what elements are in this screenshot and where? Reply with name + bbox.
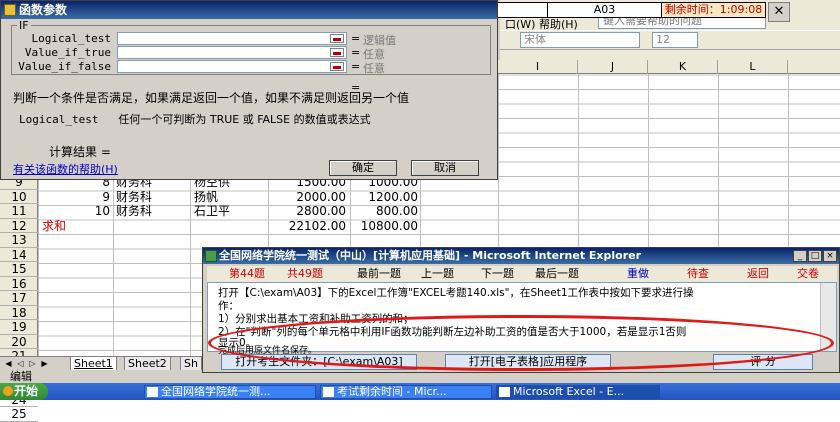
value-if-true-label: Value_if_true <box>24 46 111 59</box>
argument-name: Logical_test <box>19 113 99 126</box>
total-questions: 共49题 <box>287 267 323 280</box>
equals-sign: = <box>351 60 361 73</box>
first-sheet-icon[interactable]: ◀ <box>4 358 13 369</box>
font-size-select[interactable]: 12 <box>652 32 698 48</box>
ok-button[interactable]: 确定 <box>329 160 397 176</box>
cell-e10[interactable]: 1200.00 <box>350 190 418 204</box>
logical-test-input[interactable] <box>117 32 347 45</box>
function-description: 判断一个条件是否满足，如果满足返回一个值，如果不满足则返回另一个值 <box>13 91 410 105</box>
remaining-time: 剩余时间：1:09:08 <box>661 3 765 17</box>
back-button[interactable]: 返回 <box>747 266 769 282</box>
windows-logo-icon <box>3 386 13 396</box>
column-header-i[interactable]: I <box>498 60 578 74</box>
logical-test-label: Logical_test <box>31 32 111 45</box>
collapse-dialog-icon[interactable] <box>330 48 344 57</box>
minimize-icon[interactable]: _ <box>793 250 807 262</box>
question-line-1: 打开【C:\exam\A03】下的Excel工作簿"EXCEL考题140.xls… <box>218 287 694 299</box>
taskbar-item-label: Microsoft Excel - E... <box>513 385 625 398</box>
taskbar-item-excel[interactable]: Microsoft Excel - E... <box>496 385 660 399</box>
cell-a12-sum-label[interactable]: 求和 <box>42 219 112 233</box>
prev-question-button[interactable]: 上一题 <box>421 266 454 282</box>
submit-button[interactable]: 交卷 <box>797 266 819 282</box>
column-header-k[interactable]: K <box>648 60 718 74</box>
row-header-25[interactable]: 25 <box>0 407 38 422</box>
cell-e11[interactable]: 800.00 <box>350 204 418 218</box>
first-question-button[interactable]: 最前一题 <box>357 266 401 282</box>
remaining-time-label: 剩余时间： <box>664 3 720 16</box>
value-if-false-input[interactable] <box>117 60 347 73</box>
excel-icon <box>499 387 510 397</box>
font-name-select[interactable]: 宋体 <box>520 32 640 48</box>
sheet-tab-bar: ◀ ◁ ▷ ▶ Sheet1 Sheet2 Sh <box>0 356 210 371</box>
row-header-20[interactable]: 20 <box>0 335 38 349</box>
row-header-10[interactable]: 10 <box>0 190 38 204</box>
close-icon[interactable]: × <box>823 250 837 262</box>
row-header-12[interactable]: 12 <box>0 219 38 233</box>
current-question: 第44题 <box>229 267 265 280</box>
sheet-tab-sheet1[interactable]: Sheet1 <box>70 357 117 371</box>
timer-field-2: A03 <box>547 3 661 17</box>
cell-c11[interactable]: 石卫平 <box>194 204 266 218</box>
taskbar-item-exam[interactable]: 全国网络学院统一测... <box>144 385 316 399</box>
equals-sign: = <box>351 46 361 59</box>
formula-bar <box>500 50 840 60</box>
cell-d12[interactable]: 22102.00 <box>270 219 346 233</box>
cell-b11[interactable]: 财务科 <box>116 204 188 218</box>
row-header-17[interactable]: 17 <box>0 291 38 306</box>
value-if-false-label: Value_if_false <box>18 60 111 73</box>
exam-window-title[interactable]: 全国网络学院统一测试（中山）[计算机应用基础] - Microsoft Inte… <box>203 248 839 264</box>
next-question-button[interactable]: 下一题 <box>481 266 514 282</box>
sheet-tab-sheet3[interactable]: Sh <box>180 357 202 371</box>
cell-e12[interactable]: 10800.00 <box>350 219 418 233</box>
function-help-link[interactable]: 有关该函数的帮助(H) <box>13 161 118 177</box>
cell-a10[interactable]: 9 <box>60 190 110 204</box>
row-header-16[interactable]: 16 <box>0 277 38 291</box>
ie-icon <box>323 387 334 397</box>
column-header-l[interactable]: L <box>718 60 788 74</box>
function-arguments-dialog: 函数参数 IF Logical_test = 逻辑值 Value_if_true… <box>0 0 498 180</box>
prev-sheet-icon[interactable]: ◁ <box>16 358 25 369</box>
taskbar-item-label: 全国网络学院统一测... <box>161 385 271 398</box>
pending-button[interactable]: 待查 <box>687 266 709 282</box>
redo-button[interactable]: 重做 <box>627 266 649 282</box>
ie-icon <box>147 387 158 397</box>
value-if-false-result: 任意 <box>363 62 385 75</box>
question-nav-bar: 第44题 共49题 最前一题 上一题 下一题 最后一题 重做 待查 返回 交卷 <box>207 266 837 282</box>
cell-b10[interactable]: 财务科 <box>116 190 188 204</box>
collapse-dialog-icon[interactable] <box>330 34 344 43</box>
equals-sign: = <box>351 32 361 45</box>
row-header-19[interactable]: 19 <box>0 320 38 335</box>
remaining-time-value: 1:09:08 <box>719 3 763 16</box>
cell-a11[interactable]: 10 <box>60 204 110 218</box>
collapse-dialog-icon[interactable] <box>330 62 344 71</box>
cell-d10[interactable]: 2000.00 <box>270 190 346 204</box>
value-if-true-input[interactable] <box>117 46 347 59</box>
excel-icon <box>4 4 16 16</box>
argument-description: Logical_test 任何一个可判断为 TRUE 或 FALSE 的数值或表… <box>19 111 371 127</box>
calc-result-label: 计算结果 = <box>49 145 111 159</box>
taskbar-item-timer[interactable]: 考试剩余时间 - Micr... <box>320 385 492 399</box>
ie-icon <box>205 250 217 262</box>
last-question-button[interactable]: 最后一题 <box>535 266 579 282</box>
maximize-icon[interactable]: □ <box>808 250 822 262</box>
dialog-title[interactable]: 函数参数 <box>1 1 497 19</box>
function-name-label: IF <box>17 19 31 32</box>
last-sheet-icon[interactable]: ▶ <box>40 358 49 369</box>
row-header-14[interactable]: 14 <box>0 248 38 262</box>
argument-help: 任何一个可判断为 TRUE 或 FALSE 的数值或表达式 <box>118 113 371 126</box>
cancel-button[interactable]: 取消 <box>411 160 479 176</box>
cell-d11[interactable]: 2800.00 <box>270 204 346 218</box>
taskbar-item-label: 考试剩余时间 - Micr... <box>337 385 447 398</box>
row-header-13[interactable]: 13 <box>0 233 38 248</box>
sheet-tab-sheet2[interactable]: Sheet2 <box>124 357 171 371</box>
row-header-15[interactable]: 15 <box>0 262 38 277</box>
close-window-button[interactable]: ✕ <box>768 2 790 22</box>
row-header-18[interactable]: 18 <box>0 306 38 320</box>
next-sheet-icon[interactable]: ▷ <box>28 358 37 369</box>
row-header-11[interactable]: 11 <box>0 204 38 219</box>
cell-c10[interactable]: 扬帆 <box>194 190 266 204</box>
column-header-j[interactable]: J <box>578 60 648 74</box>
annotation-circle <box>208 315 834 371</box>
